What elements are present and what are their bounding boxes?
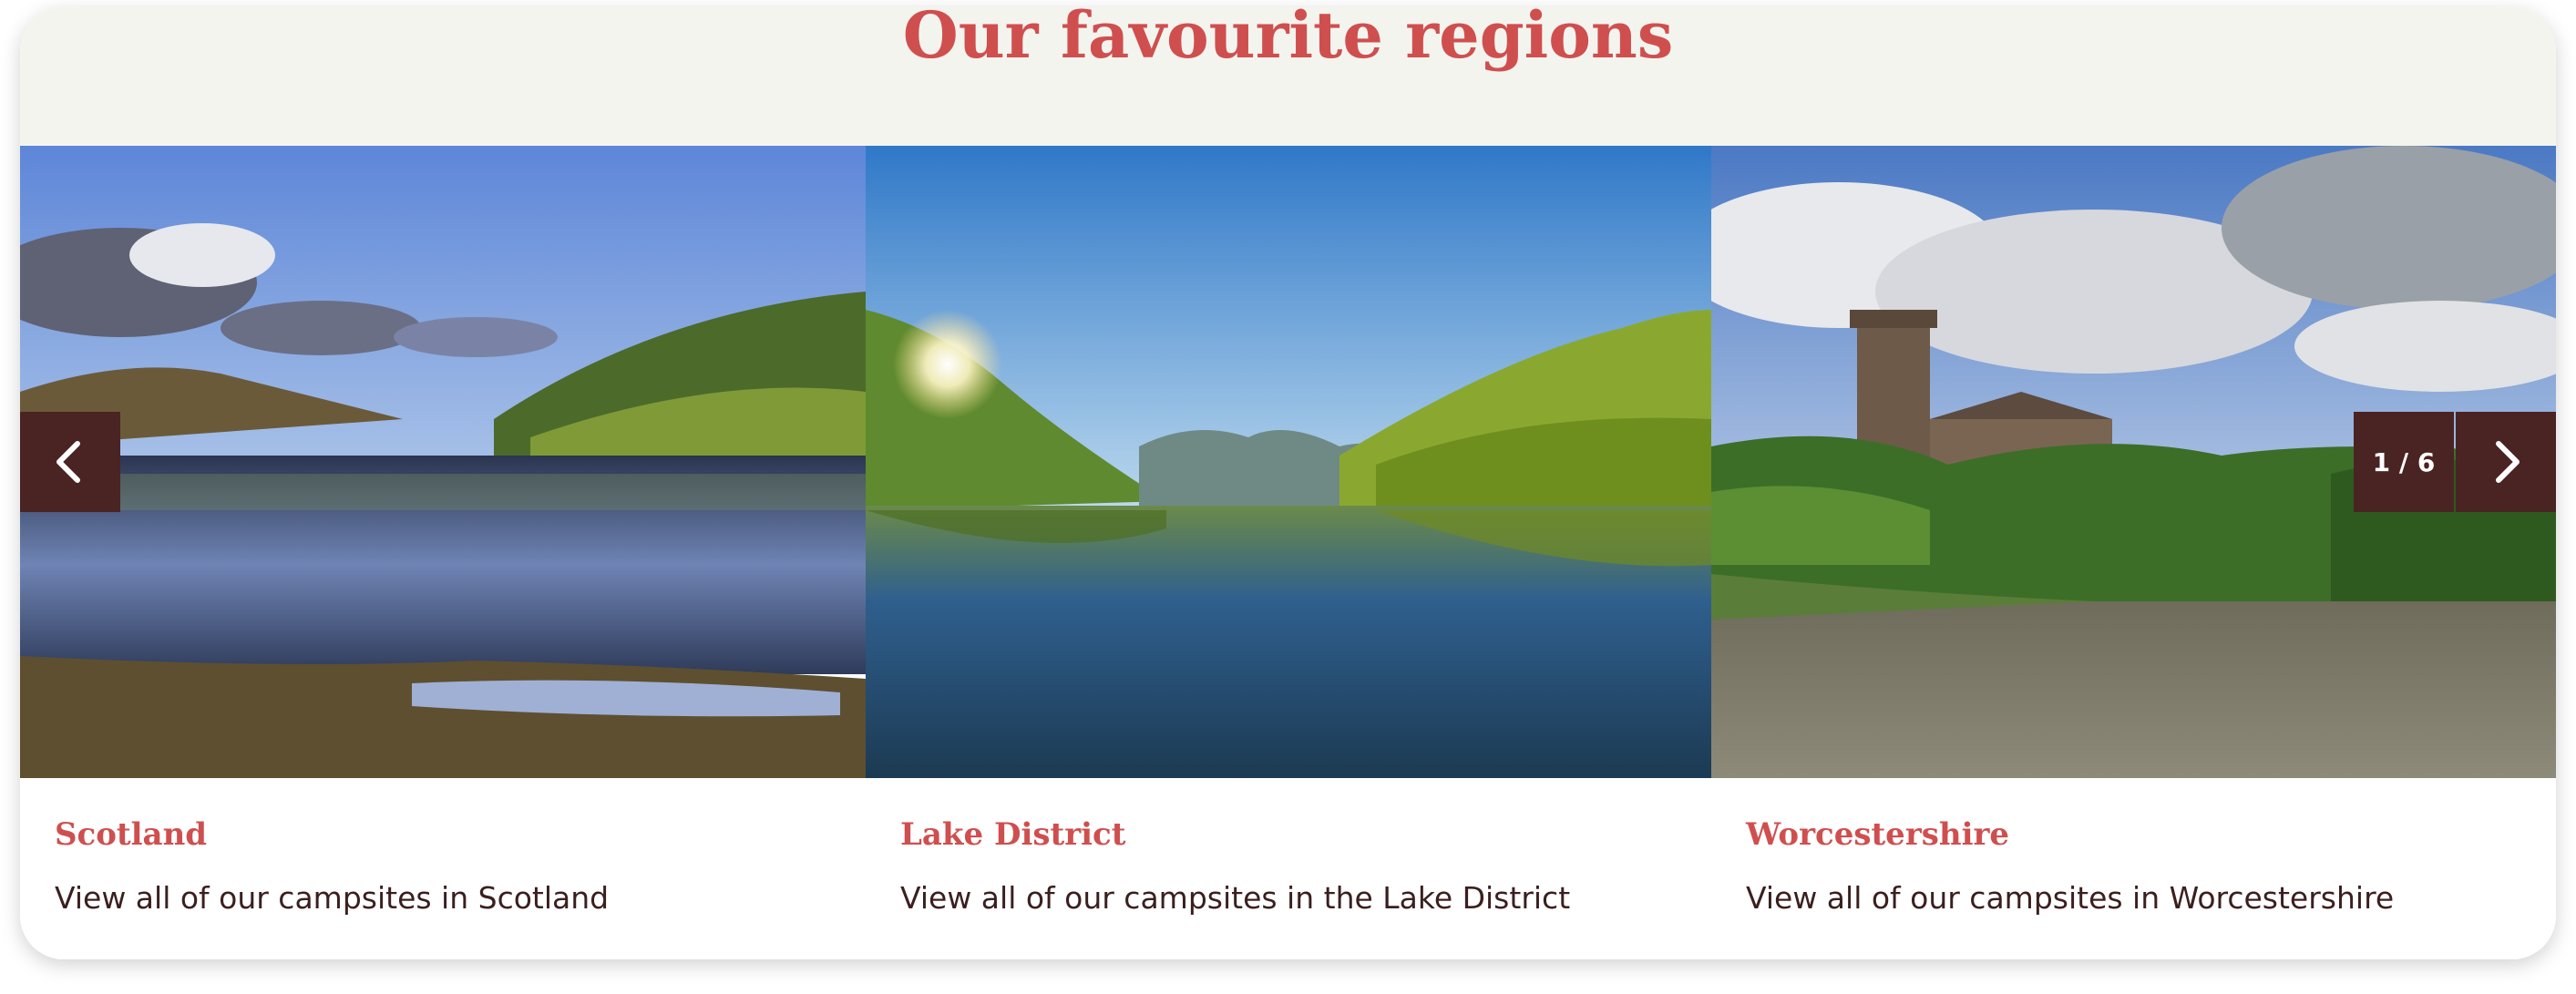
region-description[interactable]: View all of our campsites in the Lake Di… <box>900 880 1570 916</box>
scotland-photo[interactable] <box>20 146 866 778</box>
region-title[interactable]: Lake District <box>900 816 1125 853</box>
section-title: Our favourite regions <box>902 7 1674 73</box>
carousel-prev-button[interactable] <box>20 412 120 512</box>
region-description[interactable]: View all of our campsites in Worcestersh… <box>1746 880 2394 916</box>
section-header: Our favourite regions <box>20 7 2556 146</box>
carousel-counter: 1 / 6 <box>2354 412 2454 512</box>
region-title[interactable]: Scotland <box>55 816 207 853</box>
chevron-right-icon <box>2496 441 2520 483</box>
region-card-lake-district[interactable]: Lake District View all of our campsites … <box>866 146 1711 959</box>
regions-card: Our favourite regions Scotland View all … <box>20 7 2556 959</box>
lake-district-photo[interactable] <box>866 146 1711 778</box>
region-description[interactable]: View all of our campsites in Scotland <box>55 880 609 916</box>
region-card-scotland[interactable]: Scotland View all of our campsites in Sc… <box>20 146 866 959</box>
carousel-next-button[interactable] <box>2456 412 2556 512</box>
region-title[interactable]: Worcestershire <box>1746 816 2009 853</box>
chevron-left-icon <box>56 441 80 483</box>
region-card-worcestershire[interactable]: Worcestershire View all of our campsites… <box>1711 146 2556 959</box>
